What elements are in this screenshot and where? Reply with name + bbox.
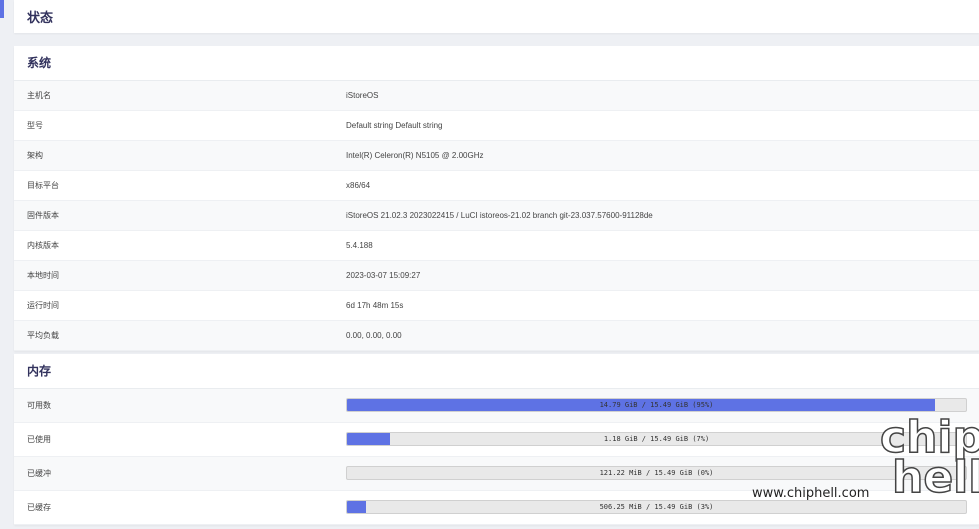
left-accent-bar: [0, 0, 4, 18]
row-key: 固件版本: [27, 211, 59, 220]
row-key: 内核版本: [27, 241, 59, 250]
memory-progress-bar: 506.25 MiB / 15.49 GiB (3%): [346, 500, 967, 514]
table-row: 本地时间 2023-03-07 15:09:27: [14, 261, 979, 291]
table-row: 主机名 iStoreOS: [14, 81, 979, 111]
row-key: 目标平台: [27, 181, 59, 190]
memory-label: 已缓存: [27, 503, 51, 512]
table-row: 固件版本 iStoreOS 21.02.3 2023022415 / LuCI i…: [14, 201, 979, 231]
row-value: iStoreOS 21.02.3 2023022415 / LuCI istor…: [346, 211, 653, 220]
table-row: 型号 Default string Default string: [14, 111, 979, 141]
memory-progress-bar: 121.22 MiB / 15.49 GiB (0%): [346, 466, 967, 480]
row-value: 0.00, 0.00, 0.00: [346, 331, 402, 340]
row-value: Default string Default string: [346, 121, 443, 130]
row-value: 5.4.188: [346, 241, 373, 250]
progress-text: 14.79 GiB / 15.49 GiB (95%): [599, 401, 714, 409]
page-title: 状态: [27, 10, 54, 25]
progress-text: 506.25 MiB / 15.49 GiB (3%): [599, 503, 714, 511]
table-row: 内核版本 5.4.188: [14, 231, 979, 261]
logo-bottom-text: hell: [891, 452, 979, 503]
memory-label: 已使用: [27, 435, 51, 444]
row-value: x86/64: [346, 181, 371, 190]
memory-label: 可用数: [27, 401, 51, 410]
row-value: Intel(R) Celeron(R) N5105 @ 2.00GHz: [346, 151, 484, 160]
memory-table: 可用数 14.79 GiB / 15.49 GiB (95%) 已使用 1.18…: [14, 389, 979, 525]
table-row: 架构 Intel(R) Celeron(R) N5105 @ 2.00GHz: [14, 141, 979, 171]
row-key: 平均负载: [27, 331, 59, 340]
progress-text: 1.18 GiB / 15.49 GiB (7%): [603, 435, 710, 443]
table-row: 运行时间 6d 17h 48m 15s: [14, 291, 979, 321]
chiphell-logo: chip hell: [879, 415, 979, 503]
memory-progress-bar: 1.18 GiB / 15.49 GiB (7%): [346, 432, 967, 446]
system-table: 主机名 iStoreOS 型号 Default string Default str…: [14, 81, 979, 351]
row-value: iStoreOS: [346, 91, 379, 100]
system-card-title: 系统: [14, 46, 979, 81]
table-row: 平均负载 0.00, 0.00, 0.00: [14, 321, 979, 351]
watermark-site: www.chiphell.com: [752, 486, 870, 501]
memory-row: 已使用 1.18 GiB / 15.49 GiB (7%): [14, 423, 979, 457]
row-key: 型号: [27, 121, 43, 130]
row-value: 2023-03-07 15:09:27: [346, 271, 421, 280]
memory-progress-bar: 14.79 GiB / 15.49 GiB (95%): [346, 398, 967, 412]
system-card: 系统 主机名 iStoreOS 型号 Default string Default …: [14, 46, 979, 351]
memory-label: 已缓冲: [27, 469, 51, 478]
table-row: 目标平台 x86/64: [14, 171, 979, 201]
row-value: 6d 17h 48m 15s: [346, 301, 404, 310]
row-key: 架构: [27, 151, 43, 160]
memory-card-title: 内存: [14, 354, 979, 389]
page-header: 状态: [14, 0, 979, 33]
row-key: 主机名: [27, 91, 51, 100]
progress-text: 121.22 MiB / 15.49 GiB (0%): [599, 469, 714, 477]
memory-row: 可用数 14.79 GiB / 15.49 GiB (95%): [14, 389, 979, 423]
row-key: 运行时间: [27, 301, 59, 310]
row-key: 本地时间: [27, 271, 59, 280]
